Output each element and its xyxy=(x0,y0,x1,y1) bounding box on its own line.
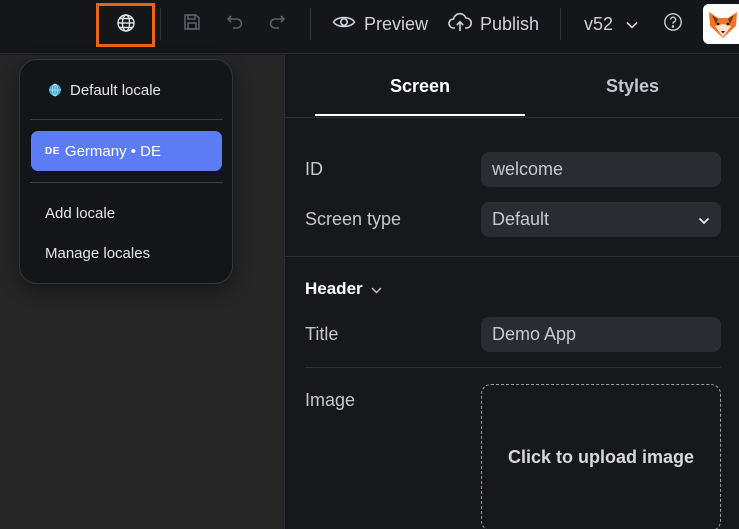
save-icon xyxy=(182,12,202,37)
upload-text: Click to upload image xyxy=(507,447,695,467)
locale-globe-button[interactable] xyxy=(96,3,155,47)
help-icon xyxy=(663,12,683,37)
undo-icon xyxy=(225,12,245,37)
header-section-toggle[interactable]: Header xyxy=(305,279,382,299)
title-label: Title xyxy=(305,324,339,344)
tab-screen[interactable]: Screen xyxy=(315,55,525,117)
id-label: ID xyxy=(305,159,323,179)
chevron-down-icon xyxy=(371,279,382,299)
section-divider xyxy=(285,256,739,257)
chevron-down-icon xyxy=(625,14,639,35)
help-button[interactable] xyxy=(658,9,688,39)
user-avatar[interactable] xyxy=(703,4,739,44)
eye-icon xyxy=(332,13,356,36)
default-locale-label: Default locale xyxy=(70,81,161,99)
image-upload-dropzone[interactable]: Click to upload image xyxy=(481,384,721,529)
globe-icon xyxy=(48,83,62,97)
properties-panel: Screen Styles ID Screen type Default Hea… xyxy=(284,55,739,529)
header-section-title: Header xyxy=(305,279,363,298)
tabs-divider xyxy=(285,117,739,118)
fox-avatar-icon xyxy=(703,4,739,44)
redo-button[interactable] xyxy=(262,9,292,39)
toolbar-divider xyxy=(310,8,311,40)
locale-item-label: Germany • DE xyxy=(64,142,162,160)
save-button[interactable] xyxy=(177,9,207,39)
toolbar-divider xyxy=(160,8,161,40)
locale-menu: Default locale DE Germany • DE Add local… xyxy=(19,59,233,284)
id-field[interactable] xyxy=(481,152,721,187)
preview-button[interactable]: Preview xyxy=(332,9,428,39)
default-locale-item[interactable]: Default locale xyxy=(48,80,161,100)
image-label: Image xyxy=(305,390,356,410)
toolbar-divider xyxy=(560,8,561,40)
cloud-upload-icon xyxy=(448,11,473,38)
menu-divider xyxy=(30,119,223,120)
menu-divider xyxy=(30,182,223,183)
field-divider xyxy=(305,367,721,368)
undo-button[interactable] xyxy=(220,9,250,39)
publish-label: Publish xyxy=(480,13,540,34)
screen-type-label: Screen type xyxy=(305,209,402,229)
chevron-down-icon xyxy=(698,209,710,230)
publish-button[interactable]: Publish xyxy=(448,9,539,39)
title-input[interactable] xyxy=(492,324,710,345)
version-dropdown[interactable]: v52 xyxy=(584,9,639,39)
manage-locales-item[interactable]: Manage locales xyxy=(45,243,150,263)
tab-styles[interactable]: Styles xyxy=(525,55,739,117)
locale-code: DE xyxy=(45,145,60,157)
id-input[interactable] xyxy=(492,159,710,180)
top-toolbar: Preview Publish v52 xyxy=(0,0,739,54)
redo-icon xyxy=(267,12,287,37)
version-label: v52 xyxy=(584,13,614,34)
title-field[interactable] xyxy=(481,317,721,352)
globe-icon xyxy=(116,13,136,38)
locale-item-germany[interactable]: DE Germany • DE xyxy=(31,131,222,171)
screen-type-select[interactable]: Default xyxy=(481,202,721,237)
add-locale-item[interactable]: Add locale xyxy=(45,203,115,223)
preview-label: Preview xyxy=(364,13,429,34)
screen-type-value: Default xyxy=(492,209,550,229)
